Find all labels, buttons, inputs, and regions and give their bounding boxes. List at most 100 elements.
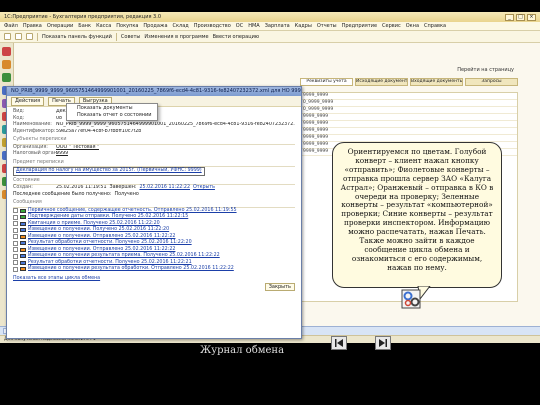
save-icon[interactable] xyxy=(26,33,33,40)
last-message-row: Последнее сообщение было получено: Получ… xyxy=(13,192,295,199)
field-row: Идентификатор: 59e25a77ef04-4c8f-b7fbbff… xyxy=(13,129,295,136)
caption-title: Журнал обмена xyxy=(200,345,285,356)
envelope-icon xyxy=(20,241,26,246)
background-tabs: Реквизиты учета Исходящие документы Вход… xyxy=(300,78,518,86)
finished-value[interactable]: 25.02.2016 11:22:22 xyxy=(139,185,190,192)
window-title: 1С:Предприятие - Бухгалтерия предприятия… xyxy=(4,14,162,20)
changes-button[interactable]: Изменения в программе xyxy=(144,34,208,40)
exchange-document-window: NO_PRIB_9999_9999_9605751464999901001_20… xyxy=(6,86,302,339)
actions-button[interactable]: Действия xyxy=(11,96,45,106)
expand-icon[interactable] xyxy=(13,240,18,246)
section-subjects: Субъекты переписки xyxy=(13,137,295,145)
tab-requests[interactable]: Запросы xyxy=(465,78,518,86)
menu-item[interactable]: Файл xyxy=(4,23,18,29)
menu-item[interactable]: Касса xyxy=(96,23,111,29)
tax-label: Налоговый орган: xyxy=(13,151,59,156)
menu-item[interactable]: Операции xyxy=(47,23,73,29)
menu-item[interactable]: Отчеты xyxy=(317,23,337,29)
title-bar: 1С:Предприятие - Бухгалтерия предприятия… xyxy=(0,12,540,22)
toolbar-separator xyxy=(37,32,38,41)
bank-icon[interactable] xyxy=(2,47,11,56)
tax-link[interactable]: 9999 xyxy=(56,151,68,158)
menu-item[interactable]: Правка xyxy=(23,23,42,29)
envelope-icon xyxy=(20,247,26,252)
expand-icon[interactable] xyxy=(13,253,18,259)
expand-icon[interactable] xyxy=(13,227,18,233)
menu-item[interactable]: ОС xyxy=(236,23,243,29)
close-button[interactable]: × xyxy=(527,13,536,21)
menu-item[interactable]: Покупка xyxy=(116,23,138,29)
menu-item[interactable]: Окна xyxy=(406,23,419,29)
menu-item-show-report[interactable]: Показать отчет о состоянии xyxy=(67,112,157,119)
context-menu: Показать документы Показать отчет о сост… xyxy=(66,103,158,121)
menu-item[interactable]: Сервис xyxy=(382,23,401,29)
show-functions-button[interactable]: Показать панель функций xyxy=(42,34,112,40)
event-row[interactable]: Извещение о получении результата обработ… xyxy=(13,266,295,273)
envelope-icon xyxy=(20,267,26,272)
show-cycle-link[interactable]: Показать все этапы цикла обмена xyxy=(13,276,100,281)
toolbar-separator xyxy=(115,32,117,41)
list-item[interactable]: 9999_9999 xyxy=(301,93,517,100)
menu-item[interactable]: Кадры xyxy=(295,23,312,29)
menu-bar: Файл Правка Операции Банк Касса Покупка … xyxy=(0,22,540,31)
list-item[interactable]: 9999_9999 xyxy=(301,135,517,142)
next-icon xyxy=(379,339,387,347)
new-icon[interactable] xyxy=(4,33,11,40)
next-slide-button[interactable] xyxy=(375,336,391,350)
expand-icon[interactable] xyxy=(13,266,18,272)
envelope-icon xyxy=(20,254,26,259)
purchase-icon[interactable] xyxy=(2,73,11,82)
expand-icon[interactable] xyxy=(13,234,18,240)
doc-body: Вид: Декларация Код: 08 Наименование: NO… xyxy=(7,107,301,294)
goto-page-link[interactable]: Перейти на страницу xyxy=(457,67,514,73)
menu-item[interactable]: Зарплата xyxy=(265,23,290,29)
expand-icon[interactable] xyxy=(13,208,18,214)
expand-icon[interactable] xyxy=(13,214,18,220)
tab-outgoing[interactable]: Исходящие документы xyxy=(355,78,408,86)
main-toolbar: Показать панель функций Советы Изменения… xyxy=(0,31,540,43)
tips-button[interactable]: Советы xyxy=(121,34,140,40)
field-value: 59e25a77ef04-4c8f-b7fbbff10c7f2b xyxy=(56,128,142,134)
expand-icon[interactable] xyxy=(13,247,18,253)
expand-icon[interactable] xyxy=(13,260,18,266)
menu-item[interactable]: НМА xyxy=(248,23,260,29)
list-item[interactable]: 9999_9999 xyxy=(301,121,517,128)
event-link[interactable]: Извещение о получении результата обработ… xyxy=(28,266,234,273)
list-item[interactable]: 0_9999_9999 xyxy=(301,107,517,114)
menu-item[interactable]: Справка xyxy=(424,23,446,29)
envelope-icon xyxy=(20,234,26,239)
prev-slide-button[interactable] xyxy=(331,336,347,350)
callout-bubble: Ориентируемся по цветам. Голубой конверт… xyxy=(332,142,502,288)
menu-item[interactable]: Предприятие xyxy=(342,23,377,29)
tab-accounting[interactable]: Реквизиты учета xyxy=(300,78,353,86)
list-item[interactable]: 0_9999_9999 xyxy=(301,100,517,107)
open-link[interactable]: Открыть xyxy=(193,185,215,192)
subject-link[interactable]: Декларация по налогу на имущество за 201… xyxy=(13,167,205,176)
envelope-icon xyxy=(20,260,26,265)
callout-text: Ориентируемся по цветам. Голубой конверт… xyxy=(340,147,494,272)
caption-bar: Журнал обмена xyxy=(0,343,540,405)
menu-item[interactable]: Банк xyxy=(78,23,91,29)
last-message-value: Получено xyxy=(114,191,139,197)
expand-icon[interactable] xyxy=(13,221,18,227)
gear-icon xyxy=(401,289,421,309)
minimize-button[interactable]: _ xyxy=(505,13,514,21)
enter-operation-button[interactable]: Ввести операцию xyxy=(213,34,259,40)
cash-icon[interactable] xyxy=(2,60,11,69)
menu-item[interactable]: Склад xyxy=(173,23,189,29)
open-icon[interactable] xyxy=(15,33,22,40)
menu-item[interactable]: Продажа xyxy=(143,23,167,29)
menu-item[interactable]: Производство xyxy=(194,23,231,29)
envelope-icon xyxy=(20,228,26,233)
list-item[interactable]: 9999_9999 xyxy=(301,128,517,135)
maximize-button[interactable]: □ xyxy=(516,13,525,21)
tab-incoming[interactable]: Входящие документы xyxy=(410,78,463,86)
section-state: Состояние xyxy=(13,178,295,185)
field-label: Идентификатор: xyxy=(13,128,56,134)
doc-title: NO_PRIB_9999_9999_9605751464999901001_20… xyxy=(7,87,301,96)
list-item[interactable]: 9999_9999 xyxy=(301,114,517,121)
last-message-label: Последнее сообщение было получено: xyxy=(13,191,112,197)
close-doc-button[interactable]: Закрыть xyxy=(264,283,295,291)
menu-item-show-documents[interactable]: Показать документы xyxy=(67,105,157,112)
tax-row: Налоговый орган: 9999 xyxy=(13,151,295,158)
